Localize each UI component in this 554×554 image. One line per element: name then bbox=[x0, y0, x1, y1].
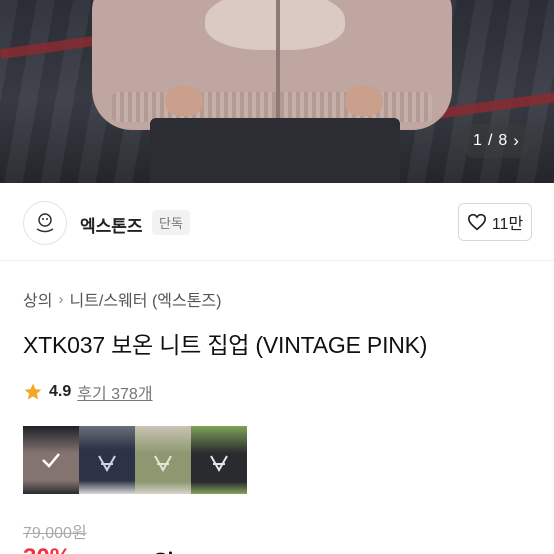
like-button[interactable]: 11만 bbox=[458, 203, 532, 241]
rating-row: 4.9 후기 378개 bbox=[23, 380, 153, 404]
color-option-navy[interactable] bbox=[79, 426, 135, 494]
brand-name[interactable]: 엑스톤즈 bbox=[80, 212, 143, 237]
heart-icon bbox=[467, 213, 486, 231]
pager-separator: / bbox=[487, 132, 493, 149]
breadcrumb-item-knit[interactable]: 니트/스웨터 (엑스톤즈) bbox=[69, 287, 221, 311]
cardigan-pattern bbox=[205, 0, 345, 50]
pager-total: 8 bbox=[498, 132, 508, 149]
discount-rate: 30% bbox=[23, 544, 71, 554]
product-title: XTK037 보온 니트 집업 (VINTAGE PINK) bbox=[23, 332, 428, 358]
zipper bbox=[276, 0, 280, 122]
hand bbox=[165, 86, 203, 116]
breadcrumb: 상의 › 니트/스웨터 (엑스톤즈) bbox=[23, 287, 221, 311]
brand-logo[interactable] bbox=[23, 201, 67, 245]
review-link[interactable]: 후기 378개 bbox=[77, 380, 152, 404]
hand bbox=[345, 86, 383, 116]
color-option-green[interactable] bbox=[135, 426, 191, 494]
like-count: 11만 bbox=[491, 216, 524, 233]
color-options bbox=[23, 426, 249, 494]
check-icon bbox=[42, 453, 60, 468]
price-row: 30% 00,000원 bbox=[23, 544, 175, 554]
exclusive-badge: 단독 bbox=[152, 210, 190, 235]
product-image-carousel[interactable]: 1 / 8 › bbox=[0, 0, 554, 183]
original-price: 79,000원 bbox=[23, 525, 87, 542]
color-option-black[interactable] bbox=[191, 426, 247, 494]
brand-logo-icon bbox=[36, 213, 54, 233]
image-pager[interactable]: 1 / 8 › bbox=[460, 124, 532, 158]
star-icon bbox=[24, 383, 42, 400]
brand-row: 엑스톤즈 단독 11만 bbox=[0, 183, 554, 261]
chevron-right-icon: › bbox=[58, 290, 64, 308]
pants-image bbox=[150, 118, 400, 183]
breadcrumb-item-top[interactable]: 상의 bbox=[23, 287, 52, 311]
color-option-pink[interactable] bbox=[23, 426, 79, 494]
pager-current: 1 bbox=[473, 132, 482, 149]
rating-score: 4.9 bbox=[49, 383, 72, 400]
sale-price: 00,000원 bbox=[79, 544, 175, 554]
chevron-right-icon[interactable]: › bbox=[513, 131, 519, 151]
